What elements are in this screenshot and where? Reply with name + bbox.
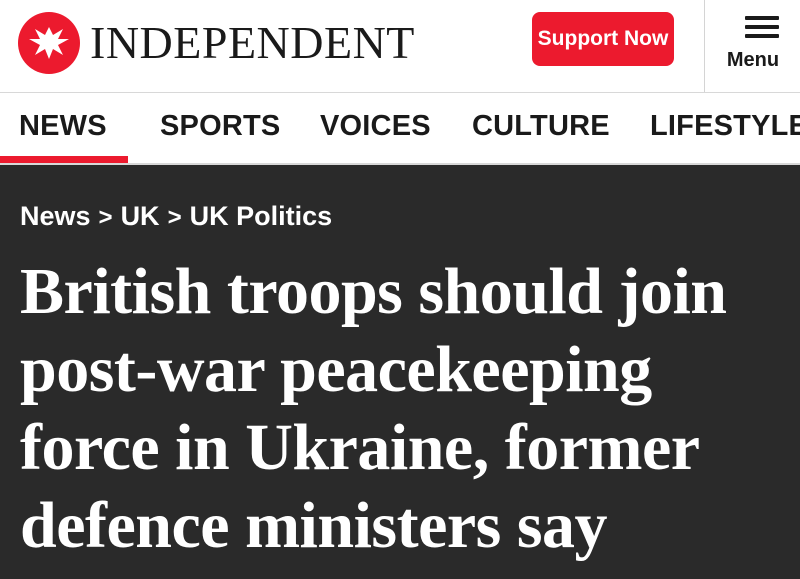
eagle-icon [18,12,80,74]
logo-wordmark: INDEPENDENT [90,17,415,68]
breadcrumb-news[interactable]: News [20,201,91,231]
nav-item-lifestyle[interactable]: LIFESTYLE [650,110,800,143]
site-logo[interactable]: INDEPENDENT [18,12,415,74]
breadcrumb-uk[interactable]: UK [121,201,160,231]
section-nav: NEWS SPORTS VOICES CULTURE LIFESTYLE [0,92,800,165]
menu-label: Menu [726,49,780,71]
site-header: INDEPENDENT Support Now Menu [0,0,800,92]
breadcrumb: News > UK > UK Politics [20,201,332,232]
active-nav-indicator [0,156,128,163]
article-headline: British troops should join post-war peac… [20,255,727,562]
menu-button[interactable]: Menu [704,0,800,92]
breadcrumb-separator: > [98,204,113,231]
nav-item-news[interactable]: NEWS [19,110,107,143]
nav-item-sports[interactable]: SPORTS [160,110,280,143]
hamburger-icon [745,16,779,38]
breadcrumb-uk-politics[interactable]: UK Politics [190,201,333,231]
support-now-button[interactable]: Support Now [532,12,674,66]
nav-item-culture[interactable]: CULTURE [472,110,610,143]
article-hero: News > UK > UK Politics British troops shoul… [0,165,800,579]
breadcrumb-separator: > [167,204,182,231]
nav-item-voices[interactable]: VOICES [320,110,431,143]
